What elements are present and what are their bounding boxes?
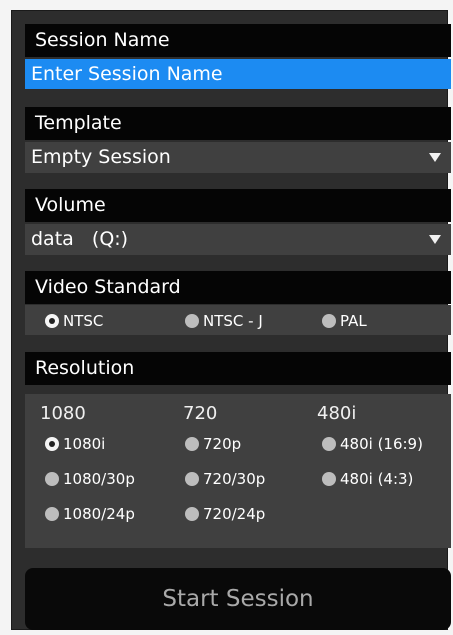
session-name-label: Session Name — [25, 24, 451, 57]
video-standard-group: NTSC NTSC - J PAL — [25, 305, 451, 335]
video-standard-label: Video Standard — [25, 271, 451, 304]
column-480i-header: 480i — [317, 403, 357, 424]
radio-label: 720/24p — [203, 505, 266, 523]
radio-480i-4-3[interactable]: 480i (4:3) — [322, 470, 413, 488]
radio-unselected-icon — [185, 437, 199, 451]
radio-unselected-icon — [185, 507, 199, 521]
radio-unselected-icon — [322, 314, 336, 328]
dropdown-arrow-icon — [429, 153, 441, 162]
radio-unselected-icon — [322, 437, 336, 451]
radio-720-24p[interactable]: 720/24p — [185, 505, 265, 523]
radio-ntsc[interactable]: NTSC — [45, 312, 103, 330]
radio-1080-24p[interactable]: 1080/24p — [45, 505, 135, 523]
dropdown-arrow-icon — [429, 235, 441, 244]
start-session-button[interactable]: Start Session — [25, 568, 451, 630]
volume-select[interactable]: data (Q:) — [25, 224, 451, 255]
radio-480i-16-9[interactable]: 480i (16:9) — [322, 435, 423, 453]
radio-label: NTSC - J — [203, 312, 263, 330]
new-session-panel: Session Name Enter Session Name Template… — [11, 10, 451, 630]
radio-ntsc-j[interactable]: NTSC - J — [185, 312, 263, 330]
radio-label: 480i (16:9) — [340, 435, 423, 453]
column-1080-header: 1080 — [40, 403, 86, 424]
radio-label: 480i (4:3) — [340, 470, 414, 488]
radio-label: 1080/30p — [63, 470, 135, 488]
radio-label: PAL — [340, 312, 367, 330]
radio-selected-icon — [45, 437, 59, 451]
radio-label: 1080/24p — [63, 505, 135, 523]
session-name-input[interactable]: Enter Session Name — [25, 59, 451, 89]
column-720-header: 720 — [183, 403, 218, 424]
radio-label: NTSC — [63, 312, 104, 330]
radio-pal[interactable]: PAL — [322, 312, 367, 330]
resolution-label: Resolution — [25, 352, 451, 385]
resolution-group: 1080 720 480i 1080i 1080/30p 1080/24p 72… — [25, 394, 451, 548]
radio-label: 1080i — [63, 435, 106, 453]
radio-unselected-icon — [185, 472, 199, 486]
volume-label: Volume — [25, 189, 451, 222]
radio-label: 720/30p — [203, 470, 266, 488]
radio-unselected-icon — [45, 472, 59, 486]
radio-unselected-icon — [322, 472, 336, 486]
volume-value: data (Q:) — [31, 228, 129, 250]
radio-unselected-icon — [45, 507, 59, 521]
radio-unselected-icon — [185, 314, 199, 328]
radio-1080i[interactable]: 1080i — [45, 435, 105, 453]
template-label: Template — [25, 107, 451, 140]
radio-1080-30p[interactable]: 1080/30p — [45, 470, 135, 488]
radio-720-30p[interactable]: 720/30p — [185, 470, 265, 488]
template-select[interactable]: Empty Session — [25, 142, 451, 173]
radio-720p[interactable]: 720p — [185, 435, 241, 453]
radio-selected-icon — [45, 314, 59, 328]
radio-label: 720p — [203, 435, 242, 453]
template-value: Empty Session — [31, 146, 171, 168]
